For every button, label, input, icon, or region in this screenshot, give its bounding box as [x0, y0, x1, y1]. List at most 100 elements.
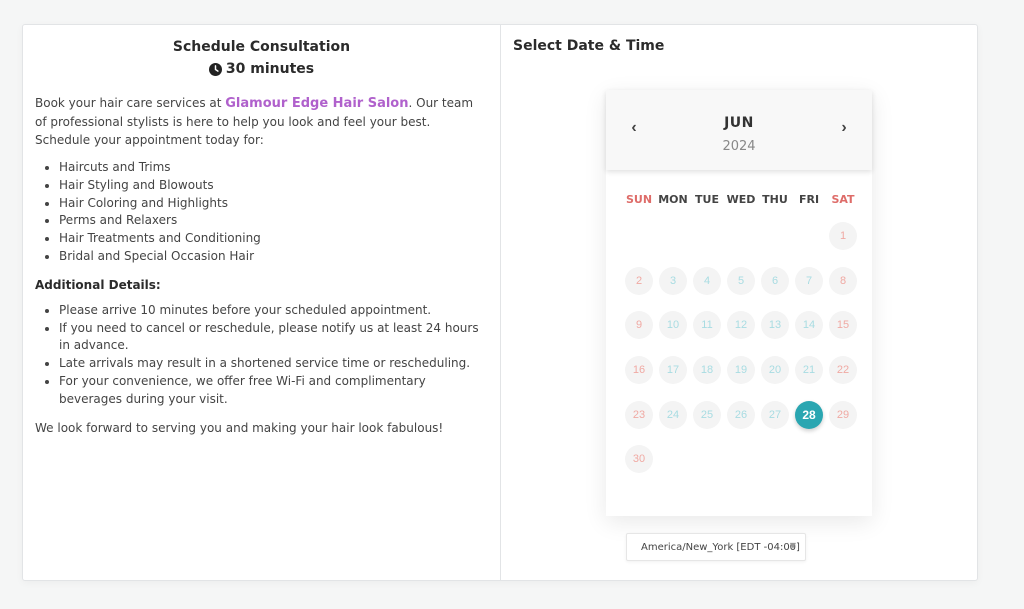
calendar-days-grid: 1 2 3 4 5 6 7 8 9 10 11 12 13 14 15 16 17 18 19 20 21 22 23 24 2… — [622, 222, 872, 490]
calendar-day[interactable]: 22 — [829, 356, 857, 385]
calendar-day[interactable]: 21 — [795, 356, 823, 385]
calendar-day[interactable]: 20 — [761, 356, 789, 385]
clock-icon — [208, 62, 222, 76]
calendar-day[interactable]: 8 — [829, 266, 857, 295]
details-heading: Additional Details: — [35, 277, 161, 292]
list-item: Hair Styling and Blowouts — [59, 177, 488, 195]
details-list: Please arrive 10 minutes before your sch… — [35, 302, 488, 409]
calendar-day[interactable]: 29 — [829, 400, 857, 429]
calendar-cell: 30 — [622, 445, 656, 490]
calendar-day[interactable]: 1 — [829, 222, 857, 250]
weekday-label: MON — [658, 193, 688, 206]
section-title: Select Date & Time — [513, 38, 665, 54]
calendar-cell: 5 — [724, 266, 758, 312]
calendar-cell: 17 — [656, 356, 690, 401]
calendar-cell: 28 — [792, 400, 826, 446]
date-time-panel: Select Date & Time ‹ JUN 2024 › SUN MON … — [501, 25, 977, 580]
calendar-cell: 18 — [690, 356, 724, 401]
weekday-label: SAT — [831, 193, 855, 206]
weekday-label: TUE — [695, 193, 719, 206]
weekday-header: SUN MON TUE WED THU FRI SAT — [622, 193, 872, 206]
calendar-empty-cell — [758, 222, 792, 267]
list-item: Hair Coloring and Highlights — [59, 195, 488, 213]
calendar-cell: 25 — [690, 400, 724, 446]
list-item: For your convenience, we offer free Wi-F… — [59, 373, 488, 409]
calendar-day[interactable]: 11 — [693, 311, 721, 340]
list-item: Late arrivals may result in a shortened … — [59, 355, 488, 373]
calendar-empty-cell — [690, 222, 724, 267]
calendar-cell: 2 — [622, 266, 656, 312]
calendar-day[interactable]: 14 — [795, 311, 823, 340]
weekday-label: WED — [726, 193, 756, 206]
calendar-cell: 12 — [724, 311, 758, 356]
calendar-cell: 20 — [758, 356, 792, 401]
calendar-year: 2024 — [722, 139, 756, 154]
calendar-cell: 19 — [724, 356, 758, 401]
calendar-day[interactable]: 18 — [693, 356, 721, 385]
booking-card: Schedule Consultation 30 minutes Book yo… — [22, 24, 978, 581]
calendar-day[interactable]: 17 — [659, 356, 687, 385]
calendar-day-selected[interactable]: 28 — [795, 400, 823, 429]
calendar-day[interactable]: 26 — [727, 400, 755, 429]
calendar-cell: 27 — [758, 400, 792, 446]
calendar-cell: 29 — [826, 400, 860, 446]
calendar-cell: 22 — [826, 356, 860, 401]
timezone-value: America/New_York [EDT -04:00] — [641, 541, 800, 553]
closing-text: We look forward to serving you and makin… — [35, 420, 444, 435]
calendar-cell: 4 — [690, 266, 724, 312]
duration-text: 30 minutes — [225, 61, 315, 77]
calendar-header: ‹ JUN 2024 › — [606, 90, 872, 170]
calendar-day[interactable]: 10 — [659, 311, 687, 340]
intro-before: Book your hair care services at — [35, 96, 226, 110]
calendar-cell: 1 — [826, 222, 860, 267]
calendar-cell: 8 — [826, 266, 860, 312]
calendar-day[interactable]: 12 — [727, 311, 755, 340]
calendar-cell: 9 — [622, 311, 656, 356]
calendar-cell: 26 — [724, 400, 758, 446]
calendar-day[interactable]: 16 — [625, 356, 653, 385]
calendar-cell: 15 — [826, 311, 860, 356]
weekday-label: SUN — [625, 193, 653, 206]
calendar-day[interactable]: 9 — [625, 311, 653, 340]
services-list: Haircuts and Trims Hair Styling and Blow… — [35, 159, 488, 266]
calendar-day[interactable]: 13 — [761, 311, 789, 340]
calendar-day[interactable]: 30 — [625, 445, 653, 474]
chevron-right-icon[interactable]: › — [834, 118, 854, 138]
calendar-day[interactable]: 25 — [693, 400, 721, 429]
intro-text: Book your hair care services at Glamour … — [35, 94, 488, 149]
calendar-day[interactable]: 27 — [761, 400, 789, 429]
calendar-day[interactable]: 4 — [693, 266, 721, 295]
calendar-cell: 24 — [656, 400, 690, 446]
duration: 30 minutes — [35, 61, 488, 77]
calendar-cell: 10 — [656, 311, 690, 356]
calendar-cell: 14 — [792, 311, 826, 356]
calendar-day[interactable]: 7 — [795, 266, 823, 295]
chevron-left-icon[interactable]: ‹ — [624, 118, 644, 138]
calendar-empty-cell — [656, 222, 690, 267]
calendar-cell: 7 — [792, 266, 826, 312]
brand-name: Glamour Edge Hair Salon — [225, 96, 409, 111]
calendar-day[interactable]: 15 — [829, 311, 857, 340]
calendar-day[interactable]: 6 — [761, 266, 789, 295]
calendar-day[interactable]: 23 — [625, 400, 653, 429]
calendar-day[interactable]: 2 — [625, 266, 653, 295]
consultation-info-panel: Schedule Consultation 30 minutes Book yo… — [23, 25, 501, 580]
timezone-select[interactable]: America/New_York [EDT -04:00] ▼ — [626, 533, 806, 561]
calendar-cell: 3 — [656, 266, 690, 312]
calendar-day[interactable]: 19 — [727, 356, 755, 385]
chevron-down-icon: ▼ — [789, 541, 796, 550]
calendar-cell: 13 — [758, 311, 792, 356]
list-item: Perms and Relaxers — [59, 212, 488, 230]
list-item: Hair Treatments and Conditioning — [59, 230, 488, 248]
calendar-empty-cell — [622, 222, 656, 267]
calendar-cell: 23 — [622, 400, 656, 446]
calendar-cell: 6 — [758, 266, 792, 312]
calendar-day[interactable]: 24 — [659, 400, 687, 429]
weekday-label: FRI — [798, 193, 820, 206]
calendar-cell: 16 — [622, 356, 656, 401]
calendar-empty-cell — [724, 222, 758, 267]
calendar-day[interactable]: 3 — [659, 266, 687, 295]
list-item: If you need to cancel or reschedule, ple… — [59, 320, 488, 356]
list-item: Haircuts and Trims — [59, 159, 488, 177]
calendar-day[interactable]: 5 — [727, 266, 755, 295]
